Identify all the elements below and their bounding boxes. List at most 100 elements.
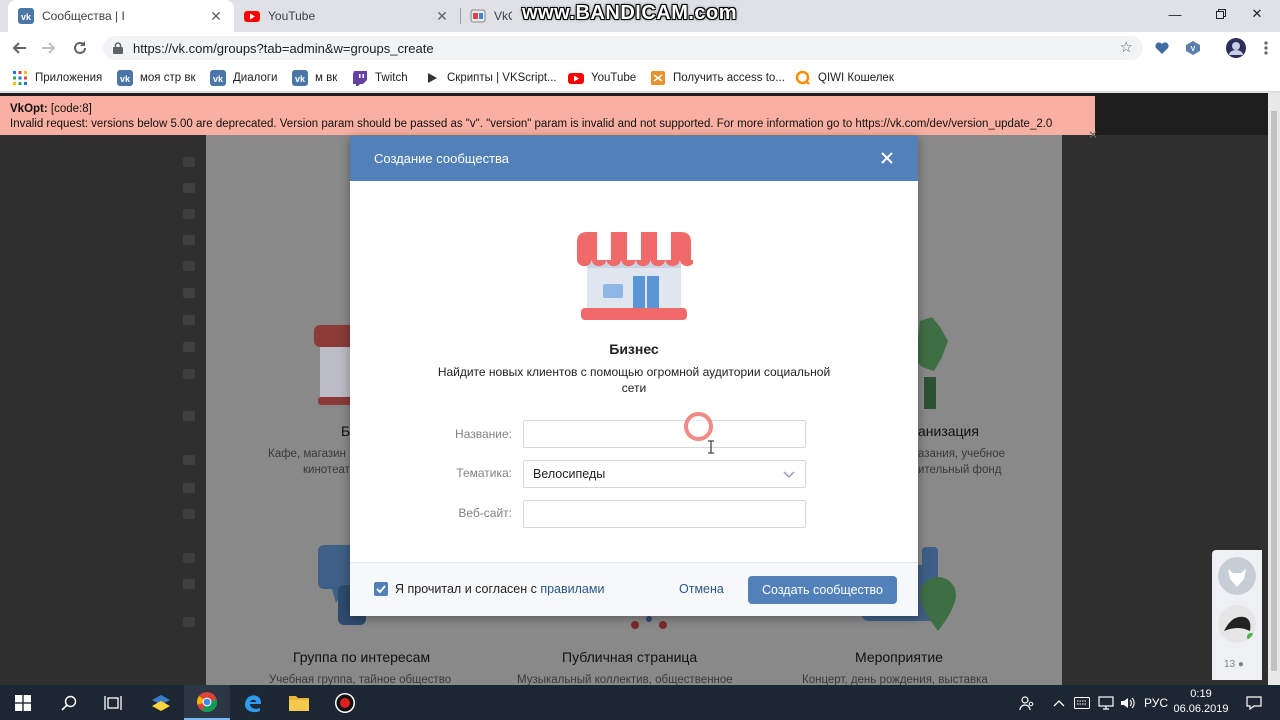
- left-nav-icon[interactable]: [183, 183, 195, 193]
- bookmark-label: Диалоги: [233, 72, 278, 84]
- create-community-button[interactable]: Создать сообщество: [748, 576, 897, 604]
- cancel-button[interactable]: Отмена: [679, 582, 724, 596]
- profile-avatar-icon[interactable]: [1226, 38, 1246, 58]
- chat-avatar-user[interactable]: [1218, 605, 1256, 643]
- browser-tab-strip: vk Сообщества | Ι ✕ YouTube ✕ VkOpt www.…: [0, 0, 1280, 32]
- svg-text:vk: vk: [213, 74, 224, 84]
- left-nav-icon[interactable]: [183, 235, 195, 245]
- shop-illustration: [577, 232, 693, 320]
- task-view-button[interactable]: [90, 685, 136, 720]
- youtube-icon: [568, 73, 584, 84]
- apps-grid-icon: [13, 71, 27, 85]
- minimize-icon[interactable]: —: [1152, 0, 1198, 28]
- vk-extension-icon[interactable]: V: [1185, 40, 1201, 56]
- window-close-icon[interactable]: ✕: [1234, 0, 1280, 28]
- windows-taskbar: РУС 0:19 06.06.2019: [0, 685, 1280, 720]
- topic-select[interactable]: Велосипеды: [523, 460, 806, 488]
- event-title[interactable]: Мероприятие: [855, 649, 943, 665]
- create-community-dialog: Создание сообщества Бизнес Найдите новых…: [350, 136, 918, 616]
- left-nav-icon[interactable]: [183, 509, 195, 519]
- scrollbar-thumb[interactable]: [1271, 111, 1277, 671]
- person-icon: ●: [1237, 659, 1244, 670]
- bookmark-apps[interactable]: Приложения: [12, 70, 102, 86]
- search-button[interactable]: [46, 685, 92, 720]
- dialog-header: Создание сообщества: [350, 136, 918, 181]
- left-nav-icon[interactable]: [183, 261, 195, 271]
- dialog-footer: Я прочитал и согласен с правилами Отмена…: [350, 562, 918, 616]
- left-nav-icon[interactable]: [183, 209, 195, 219]
- back-button[interactable]: [8, 36, 32, 60]
- keyboard-icon[interactable]: [1072, 685, 1092, 720]
- bookmark-access[interactable]: Получить access to...: [650, 70, 785, 86]
- tray-chevron-up-icon[interactable]: [1050, 685, 1068, 720]
- tab-vkopt[interactable]: VkOpt: [460, 0, 522, 32]
- start-button[interactable]: [0, 685, 46, 720]
- volume-icon[interactable]: [1118, 685, 1138, 720]
- bookmark-star-icon[interactable]: ☆: [1120, 40, 1133, 56]
- interest-group-title[interactable]: Группа по интересам: [293, 649, 430, 665]
- left-nav-icon[interactable]: [183, 315, 195, 325]
- bookmark-m-vk[interactable]: vk м вк: [292, 70, 337, 86]
- close-icon[interactable]: ✕: [434, 8, 450, 24]
- tab-youtube[interactable]: YouTube ✕: [234, 0, 460, 32]
- people-icon[interactable]: [1016, 685, 1038, 720]
- notifications-icon[interactable]: [1240, 685, 1268, 720]
- name-input[interactable]: [523, 420, 806, 448]
- taskbar-app-bandicam[interactable]: [322, 685, 368, 720]
- left-nav-icon[interactable]: [183, 369, 195, 379]
- reload-button[interactable]: [68, 36, 92, 60]
- banner-close-icon[interactable]: ✕: [1088, 128, 1098, 142]
- online-count[interactable]: 13 ●: [1224, 659, 1244, 670]
- close-icon[interactable]: ✕: [208, 8, 224, 24]
- address-bar[interactable]: https://vk.com/groups?tab=admin&w=groups…: [103, 36, 1143, 60]
- vk-icon: vk: [18, 8, 34, 24]
- topic-selected-value: Велосипеды: [533, 467, 606, 481]
- forward-arrow-icon: [42, 42, 56, 54]
- system-clock[interactable]: 0:19 06.06.2019: [1170, 687, 1232, 717]
- taskbar-app-edge[interactable]: [230, 685, 276, 720]
- back-arrow-icon: [12, 42, 26, 54]
- chat-avatar-dog[interactable]: [1218, 557, 1256, 595]
- bookmark-twitch[interactable]: Twitch: [352, 70, 408, 86]
- bookmark-label: Приложения: [35, 72, 103, 84]
- rules-link[interactable]: правилами: [540, 582, 604, 596]
- website-input[interactable]: [523, 500, 806, 528]
- bookmark-label: Скрипты | VKScript...: [447, 72, 557, 84]
- page-scrollbar[interactable]: [1268, 93, 1280, 685]
- svg-text:vk: vk: [21, 12, 32, 22]
- public-page-title[interactable]: Публичная страница: [562, 649, 697, 665]
- network-icon[interactable]: [1096, 685, 1116, 720]
- taskbar-app-chrome[interactable]: [184, 685, 230, 720]
- vk-icon: vk: [210, 70, 226, 86]
- language-indicator[interactable]: РУС: [1140, 685, 1172, 720]
- organization-card-desc-1: азания, учебное: [918, 448, 1006, 460]
- tab-communities[interactable]: vk Сообщества | Ι ✕: [8, 0, 234, 32]
- taskbar-app-python[interactable]: [138, 685, 184, 720]
- bookmark-my-page[interactable]: vk моя стр вк: [117, 70, 195, 86]
- bookmark-qiwi[interactable]: QIWI Кошелек: [795, 70, 894, 86]
- left-nav-icon[interactable]: [183, 617, 195, 627]
- folder-icon: [289, 695, 309, 711]
- left-nav-icon[interactable]: [183, 411, 195, 421]
- agree-checkbox[interactable]: [374, 582, 388, 596]
- taskbar-app-explorer[interactable]: [276, 685, 322, 720]
- forward-button[interactable]: [36, 36, 60, 60]
- left-nav-icon[interactable]: [183, 553, 195, 563]
- left-nav-icon[interactable]: [183, 483, 195, 493]
- heart-extension-icon[interactable]: [1154, 40, 1170, 56]
- close-icon[interactable]: [878, 149, 896, 167]
- left-nav-icon[interactable]: [183, 455, 195, 465]
- left-nav-icon[interactable]: [183, 288, 195, 298]
- chrome-icon: [197, 691, 218, 712]
- left-nav-icon[interactable]: [183, 579, 195, 589]
- left-nav-icon[interactable]: [183, 157, 195, 167]
- bookmark-dialogs[interactable]: vk Диалоги: [210, 70, 277, 86]
- tab-title: YouTube: [268, 9, 316, 23]
- clock-time: 0:19: [1190, 688, 1212, 700]
- vkopt-error-banner: VkOpt: [code:8] Invalid request: version…: [0, 96, 1095, 135]
- agree-label: Я прочитал и согласен с правилами: [395, 582, 604, 596]
- browser-menu-icon[interactable]: [1254, 36, 1278, 60]
- left-nav-icon[interactable]: [183, 342, 195, 352]
- bookmark-youtube[interactable]: YouTube: [568, 70, 636, 86]
- bookmark-scripts[interactable]: Скрипты | VKScript...: [424, 70, 557, 86]
